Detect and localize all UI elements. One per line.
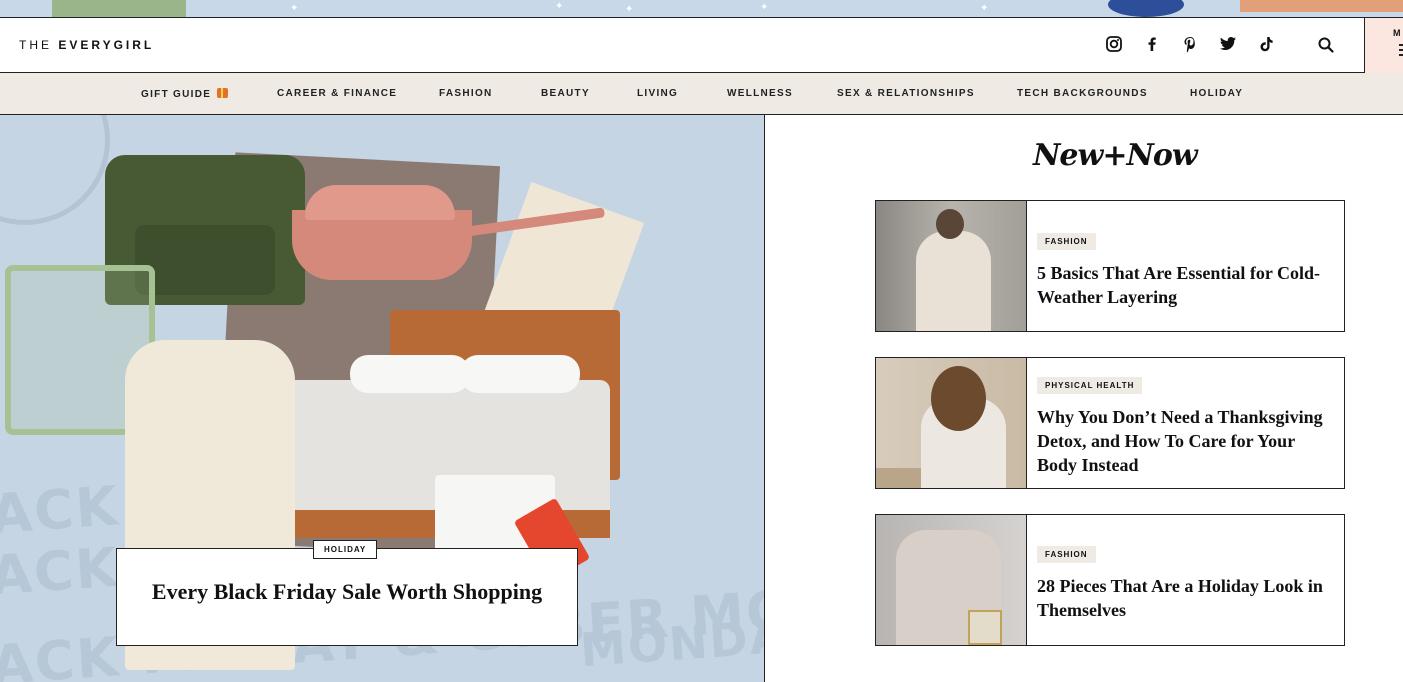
hero-feature[interactable]: ACK FR ACK ACK FRIDAY & CYBER MONDAY MON… [0,115,765,682]
pan-lid-image [305,185,455,220]
site-logo[interactable]: THE EVERYGIRL [19,38,154,52]
article-category[interactable]: PHYSICAL HEALTH [1037,377,1143,394]
category-nav: GIFT GUIDE CAREER & FINANCE FASHION BEAU… [0,73,1403,115]
new-now-heading: New+Now [1033,138,1198,173]
hero-watermark-text: ACK [0,535,122,608]
star-decoration: ✦ [625,4,634,15]
article-headline[interactable]: 28 Pieces That Are a Holiday Look in The… [1037,574,1337,622]
nav-item-tech-backgrounds[interactable]: TECH BACKGROUNDS [1017,88,1148,99]
article-card[interactable]: PHYSICAL HEALTH Why You Don’t Need a Tha… [875,357,1345,489]
banner-gift-decoration [52,0,186,17]
article-card[interactable]: FASHION 5 Basics That Are Essential for … [875,200,1345,332]
logo-prefix: THE [19,38,52,52]
tiktok-icon[interactable] [1256,34,1276,54]
pinterest-icon[interactable] [1180,34,1200,54]
article-headline[interactable]: Why You Don’t Need a Thanksgiving Detox,… [1037,405,1337,477]
banner-gift-decoration [1240,0,1403,12]
article-thumbnail[interactable] [876,201,1027,331]
hamburger-icon [1399,44,1403,58]
hero-category-badge[interactable]: HOLIDAY [313,540,378,559]
logo-watermark [0,115,110,225]
star-decoration: ✦ [760,2,769,13]
article-category[interactable]: FASHION [1037,233,1096,250]
gift-icon [217,88,229,98]
banner-ornament-decoration [1108,0,1184,17]
nav-item-career-finance[interactable]: CAREER & FINANCE [277,88,397,99]
nav-item-gift-guide[interactable]: GIFT GUIDE [141,88,229,100]
pan-image [292,210,472,280]
menu-button[interactable]: M [1364,18,1403,73]
facebook-icon[interactable] [1142,34,1162,54]
article-card[interactable]: FASHION 28 Pieces That Are a Holiday Loo… [875,514,1345,646]
hero-card[interactable]: HOLIDAY Every Black Friday Sale Worth Sh… [116,540,578,646]
nav-item-wellness[interactable]: WELLNESS [727,88,793,99]
star-decoration: ✦ [290,3,299,14]
nav-item-holiday[interactable]: HOLIDAY [1190,88,1243,99]
logo-brand: EVERYGIRL [58,38,155,52]
star-decoration: ✦ [555,1,564,12]
article-headline[interactable]: 5 Basics That Are Essential for Cold-Wea… [1037,261,1337,309]
nav-item-fashion[interactable]: FASHION [439,88,493,99]
nav-item-sex-relationships[interactable]: SEX & RELATIONSHIPS [837,88,975,99]
menu-label: M [1393,28,1402,38]
pillow-image [350,355,470,393]
nav-item-beauty[interactable]: BEAUTY [541,88,590,99]
social-links [1104,34,1276,54]
top-decorative-banner: ✦ ✦ ✦ ✦ ✦ [0,0,1403,17]
twitter-icon[interactable] [1218,34,1238,54]
instagram-icon[interactable] [1104,34,1124,54]
article-category[interactable]: FASHION [1037,546,1096,563]
pillow-image [460,355,580,393]
hero-title[interactable]: Every Black Friday Sale Worth Shopping [117,579,577,605]
article-thumbnail[interactable] [876,515,1027,645]
search-icon[interactable] [1316,35,1336,55]
star-decoration: ✦ [980,3,989,14]
nav-item-living[interactable]: LIVING [637,88,678,99]
site-header: THE EVERYGIRL M [0,17,1403,73]
article-thumbnail[interactable] [876,358,1027,488]
